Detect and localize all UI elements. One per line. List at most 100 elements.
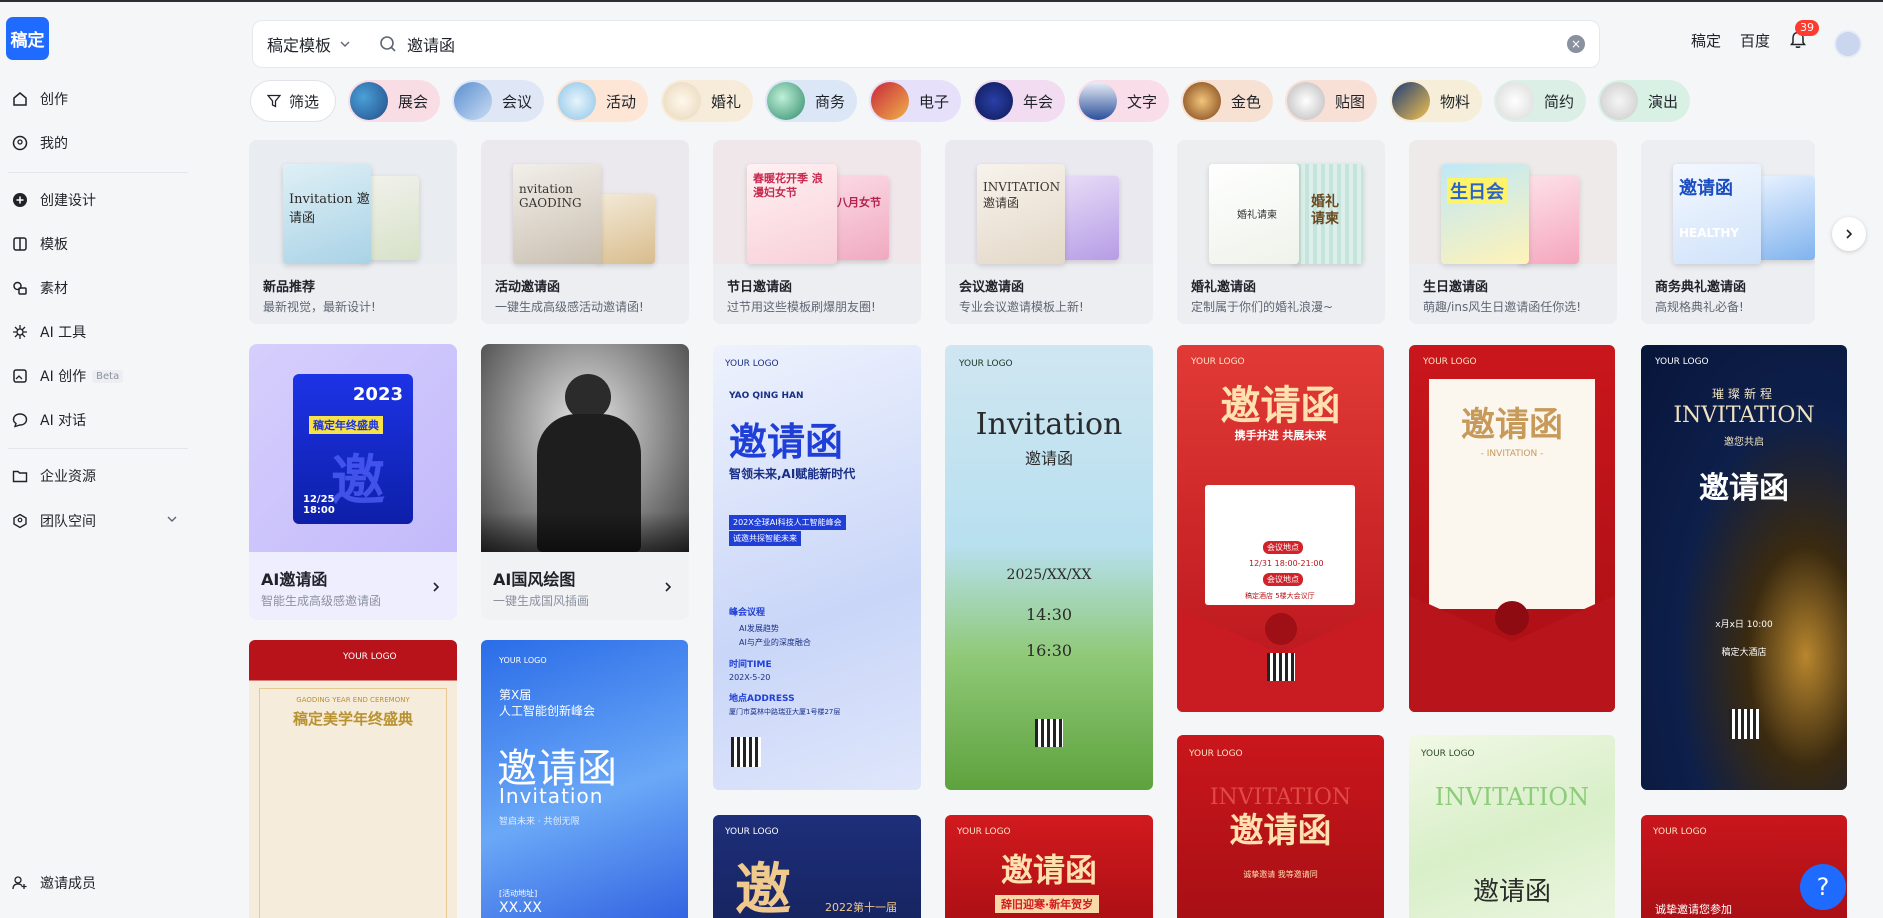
- template-text: 2025/XX/XX: [1006, 567, 1092, 583]
- template-card[interactable]: YOUR LOGO 邀 2022第十一届: [713, 815, 921, 918]
- chip-simple[interactable]: 简约: [1494, 80, 1586, 122]
- chip-sticker[interactable]: 贴图: [1285, 80, 1377, 122]
- qr-code: [1035, 719, 1063, 747]
- template-text: GAODING YEAR END CEREMONY: [296, 696, 410, 704]
- template-card[interactable]: YOUR LOGO 邀请函 携手并进 共展未来 会议地点 12/31 18:00…: [1177, 345, 1384, 712]
- thumb-text: 春暖花开季 浪漫妇女节: [753, 172, 823, 199]
- chip-thumb: [1079, 82, 1117, 120]
- sidebar-item-ai-create[interactable]: AI 创作 Beta: [8, 358, 188, 394]
- template-title: 邀请函: [1000, 851, 1097, 889]
- sidebar-item-create[interactable]: 创作: [8, 81, 188, 117]
- template-card[interactable]: YOUR LOGO GAODING YEAR END CEREMONY 稿定美学…: [249, 640, 457, 918]
- template-text: AI与产业的深度融合: [739, 638, 811, 647]
- search-bar: 稿定模板 邀请函 ×: [252, 20, 1600, 68]
- chip-label: 活动: [606, 92, 637, 111]
- avatar[interactable]: [1834, 30, 1862, 58]
- chip-wedding[interactable]: 婚礼: [661, 80, 753, 122]
- search-scope-dropdown[interactable]: 稿定模板: [253, 32, 365, 56]
- sidebar-item-label: AI 工具: [40, 325, 87, 341]
- chip-thumb: [350, 82, 388, 120]
- art-year: 2023: [352, 384, 403, 405]
- chip-electronic[interactable]: 电子: [869, 80, 961, 122]
- category-title: 婚礼邀请函: [1191, 280, 1257, 295]
- chip-activity[interactable]: 活动: [556, 80, 648, 122]
- template-text: AI发展趋势: [739, 624, 779, 633]
- invite-members-button[interactable]: 邀请成员: [8, 865, 188, 901]
- chip-meeting[interactable]: 会议: [452, 80, 544, 122]
- category-title: 新品推荐: [263, 280, 316, 295]
- thumb-text: 八月女节: [837, 196, 881, 209]
- header-link-gaoding[interactable]: 稿定: [1691, 30, 1721, 51]
- help-button[interactable]: ?: [1800, 864, 1846, 910]
- template-card[interactable]: YOUR LOGO INVITATION 邀请函 诚挚邀请 我等邀请同: [1177, 735, 1384, 918]
- template-title: 邀: [735, 858, 791, 918]
- thumb-text: INVITATION 邀请函: [983, 180, 1061, 210]
- ai-card-title: AI国风绘图: [493, 570, 576, 589]
- chip-gold[interactable]: 金色: [1181, 80, 1273, 122]
- template-text: 峰会议程: [729, 608, 766, 618]
- filter-label: 筛选: [288, 92, 319, 111]
- category-card[interactable]: 邀请函 HEALTHY 商务典礼邀请函 高规格典礼必备!: [1641, 140, 1815, 324]
- thumb-text: 婚礼请柬: [1237, 210, 1277, 221]
- template-card[interactable]: YOUR LOGO INVITATION 邀请函: [1409, 735, 1615, 918]
- ai-invitation-art: 2023 稿定年终盛典 邀 12/25 18:00: [249, 344, 457, 552]
- template-text: 12/31 18:00-21:00: [1249, 559, 1324, 568]
- category-card[interactable]: 生日会 生日邀请函 萌趣/ins风生日邀请函任你选!: [1409, 140, 1617, 324]
- template-card[interactable]: YOUR LOGO 邀请函 - INVITATION -: [1409, 345, 1615, 712]
- ai-card-subtitle: 智能生成高级感邀请函: [261, 594, 382, 608]
- search-input[interactable]: 邀请函: [407, 32, 1567, 56]
- thumb-text: 生日会: [1447, 178, 1507, 204]
- sidebar-item-ai-chat[interactable]: AI 对话: [8, 402, 188, 438]
- template-logo: YOUR LOGO: [1653, 827, 1707, 837]
- template-card[interactable]: YOUR LOGO Invitation 邀请函 2025/XX/XX 14:3…: [945, 345, 1153, 790]
- ai-tools-icon: [10, 322, 30, 342]
- header-link-baidu[interactable]: 百度: [1740, 30, 1770, 51]
- template-card[interactable]: YOUR LOGO 第X届 人工智能创新峰会 邀请函 Invitation 智启…: [481, 640, 688, 918]
- template-text: 辞旧迎寒·新年贺岁: [995, 895, 1100, 913]
- template-text: XX.XX: [499, 900, 542, 916]
- category-card[interactable]: nvitation GAODING 活动邀请函 一键生成高级感活动邀请函!: [481, 140, 689, 324]
- filter-button[interactable]: 筛选: [250, 80, 336, 122]
- sidebar-item-new-design[interactable]: 创建设计: [8, 182, 188, 218]
- chip-materials[interactable]: 物料: [1390, 80, 1482, 122]
- chip-business[interactable]: 商务: [765, 80, 857, 122]
- template-text: 时间TIME: [729, 660, 772, 670]
- sidebar-item-enterprise[interactable]: 企业资源: [8, 458, 188, 494]
- category-card[interactable]: 八月女节 春暖花开季 浪漫妇女节 节日邀请函 过节用这些模板刷爆朋友圈!: [713, 140, 921, 324]
- clear-search-icon[interactable]: ×: [1567, 35, 1585, 53]
- ai-invitation-card[interactable]: 2023 稿定年终盛典 邀 12/25 18:00 AI邀请函 智能生成高级感邀…: [249, 344, 457, 620]
- brand-logo[interactable]: 稿定: [6, 17, 49, 60]
- sidebar-item-team[interactable]: 团队空间: [8, 503, 188, 539]
- template-title: 邀请函: [1461, 405, 1563, 445]
- chip-exhibition[interactable]: 展会: [348, 80, 440, 122]
- sidebar-item-label: 我的: [40, 136, 68, 152]
- template-card[interactable]: YOUR LOGO 邀请函 辞旧迎寒·新年贺岁: [945, 815, 1153, 918]
- category-card[interactable]: INVITATION 邀请函 会议邀请函 专业会议邀请模板上新!: [945, 140, 1153, 324]
- ai-card-subtitle: 一键生成国风插画: [493, 594, 590, 608]
- category-title: 活动邀请函: [495, 280, 561, 295]
- ai-painting-card[interactable]: AI国风绘图 一键生成国风插画: [481, 344, 689, 620]
- sidebar-item-label: 创建设计: [40, 193, 96, 209]
- carousel-next-button[interactable]: [1832, 217, 1866, 251]
- chip-text[interactable]: 文字: [1077, 80, 1169, 122]
- template-title: INVITATION: [1673, 403, 1815, 428]
- template-card[interactable]: YOUR LOGO YAO QING HAN 邀请函 智领未来,AI赋能新时代 …: [713, 345, 921, 790]
- chip-annual[interactable]: 年会: [973, 80, 1065, 122]
- category-card[interactable]: Invitation 邀请函 新品推荐 最新视觉，最新设计!: [249, 140, 457, 324]
- chip-show[interactable]: 演出: [1598, 80, 1690, 122]
- category-thumbnail: 八月女节 春暖花开季 浪漫妇女节: [713, 140, 921, 264]
- sidebar-item-materials[interactable]: 素材: [8, 270, 188, 306]
- chevron-right-icon: [1846, 229, 1853, 239]
- sidebar-item-mine[interactable]: 我的: [8, 125, 188, 161]
- sidebar-item-templates[interactable]: 模板: [8, 226, 188, 262]
- template-logo: YOUR LOGO: [343, 652, 397, 662]
- chip-thumb: [975, 82, 1013, 120]
- image-edit-icon: [10, 366, 30, 386]
- template-logo: YOUR LOGO: [725, 827, 779, 837]
- chevron-down-icon[interactable]: [166, 513, 178, 529]
- shapes-icon: [10, 278, 30, 298]
- sidebar-item-ai-tools[interactable]: AI 工具: [8, 314, 188, 350]
- category-card[interactable]: 婚礼请柬 婚礼请柬 婚礼邀请函 定制属于你们的婚礼浪漫~: [1177, 140, 1385, 324]
- qr-code: [1729, 709, 1759, 739]
- template-card[interactable]: YOUR LOGO 璀璨新程 INVITATION 邀您共启 邀请函 x月x日 …: [1641, 345, 1847, 790]
